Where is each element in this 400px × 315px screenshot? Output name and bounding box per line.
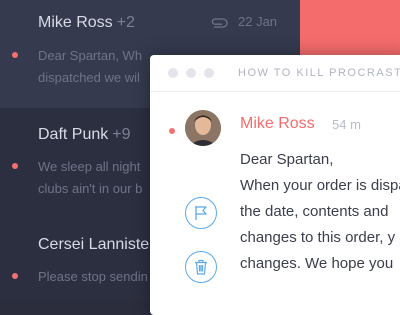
window-close-dot[interactable] xyxy=(168,68,178,78)
unread-dot xyxy=(12,52,18,58)
sender-name: Daft Punk +9 xyxy=(38,126,131,143)
thread-count: +2 xyxy=(116,14,135,31)
message-time: 54 m xyxy=(332,117,361,132)
unread-dot xyxy=(12,163,18,169)
item-meta: 22 Jan xyxy=(210,14,277,29)
unread-dot xyxy=(169,128,175,134)
unread-dot xyxy=(12,273,18,279)
body-line: the date, contents and xyxy=(240,203,389,220)
window-titlebar: HOW TO KILL PROCRASTINATION xyxy=(150,55,400,92)
sender-name: Mike Ross +2 xyxy=(38,14,135,31)
window-minimize-dot[interactable] xyxy=(186,68,196,78)
message-body: Dear Spartan, When your order is dispatc… xyxy=(240,147,400,277)
body-line: changes to this order, y xyxy=(240,229,396,246)
delete-button[interactable] xyxy=(185,251,217,283)
message-sender: Mike Ross xyxy=(240,115,315,132)
flag-button[interactable] xyxy=(185,197,217,229)
message-subject: HOW TO KILL PROCRASTINATION xyxy=(238,67,400,79)
message-window: HOW TO KILL PROCRASTINATION Mike Ross 54… xyxy=(150,55,400,315)
avatar-portrait-icon xyxy=(185,110,221,146)
window-maximize-dot[interactable] xyxy=(204,68,214,78)
item-date: 22 Jan xyxy=(238,14,278,29)
thread-count: +9 xyxy=(112,126,131,143)
body-line: When your order is dispatched we will xyxy=(240,177,400,194)
sender-name: Cersei Lannister xyxy=(38,236,155,253)
flag-icon xyxy=(195,206,207,220)
body-line: changes. We hope you xyxy=(240,255,394,272)
paperclip-icon xyxy=(211,17,228,28)
trash-icon xyxy=(195,259,207,275)
avatar xyxy=(185,110,221,146)
body-line: Dear Spartan, xyxy=(240,151,334,168)
